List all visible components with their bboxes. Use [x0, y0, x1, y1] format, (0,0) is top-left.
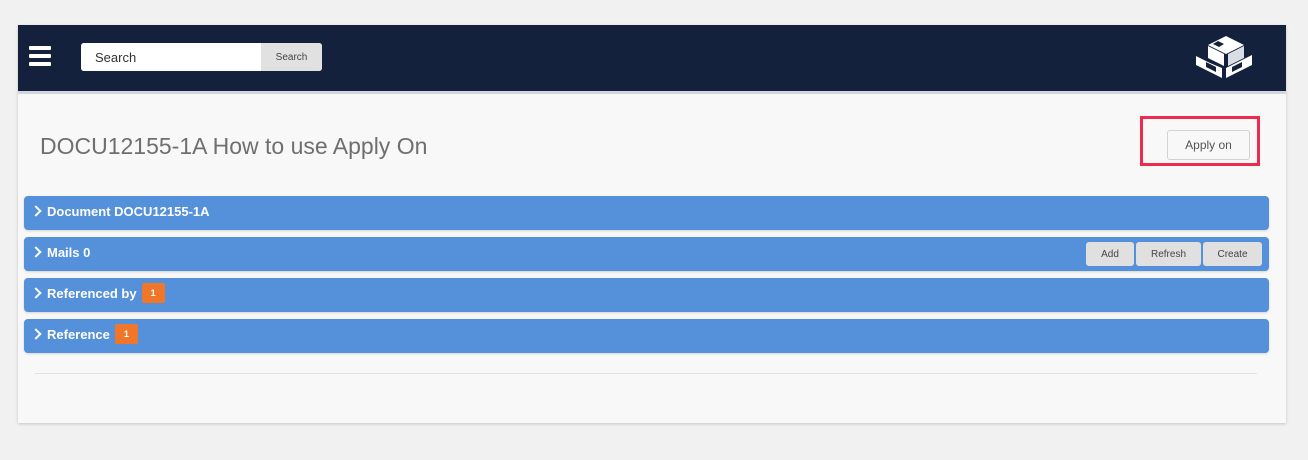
panel-mails-header: Mails 0	[30, 237, 91, 267]
panel-reference[interactable]: Reference 1	[24, 319, 1269, 353]
page-title: DOCU12155-1A How to use Apply On	[40, 133, 428, 159]
company-logo[interactable]	[1192, 34, 1256, 80]
search-input[interactable]	[81, 43, 261, 71]
refresh-mails-button[interactable]: Refresh	[1136, 242, 1201, 266]
content-divider	[35, 373, 1257, 374]
chevron-right-icon	[30, 246, 42, 258]
panel-mails[interactable]: Mails 0 Add Refresh Create	[24, 237, 1269, 271]
create-mail-button[interactable]: Create	[1203, 242, 1262, 266]
add-mail-button[interactable]: Add	[1086, 242, 1134, 266]
chevron-right-icon	[30, 205, 42, 217]
chevron-right-icon	[30, 287, 42, 299]
hamburger-menu-icon[interactable]	[29, 46, 51, 66]
search-form: Search	[81, 43, 322, 71]
apply-on-button[interactable]: Apply on	[1167, 130, 1250, 160]
panel-referenced-by-label: Referenced by	[47, 285, 137, 301]
search-button[interactable]: Search	[261, 43, 322, 71]
panel-referenced-by[interactable]: Referenced by 1	[24, 278, 1269, 312]
chevron-right-icon	[30, 328, 42, 340]
reference-count-badge: 1	[114, 324, 138, 344]
panel-referenced-by-header: Referenced by 1	[30, 278, 165, 308]
top-navbar: Search	[18, 25, 1286, 94]
app-window: Search DOCU12155-1A How to use Apply On …	[18, 25, 1286, 423]
panel-document[interactable]: Document DOCU12155-1A	[24, 196, 1269, 230]
panel-document-label: Document DOCU12155-1A	[47, 203, 210, 219]
panel-reference-header: Reference 1	[30, 319, 138, 349]
mails-actions: Add Refresh Create	[1086, 242, 1262, 266]
panel-reference-label: Reference	[47, 326, 110, 342]
referenced-by-count-badge: 1	[141, 283, 165, 303]
panel-document-header: Document DOCU12155-1A	[30, 196, 210, 226]
panel-mails-label: Mails 0	[47, 244, 91, 260]
logo-mark	[1196, 36, 1252, 78]
